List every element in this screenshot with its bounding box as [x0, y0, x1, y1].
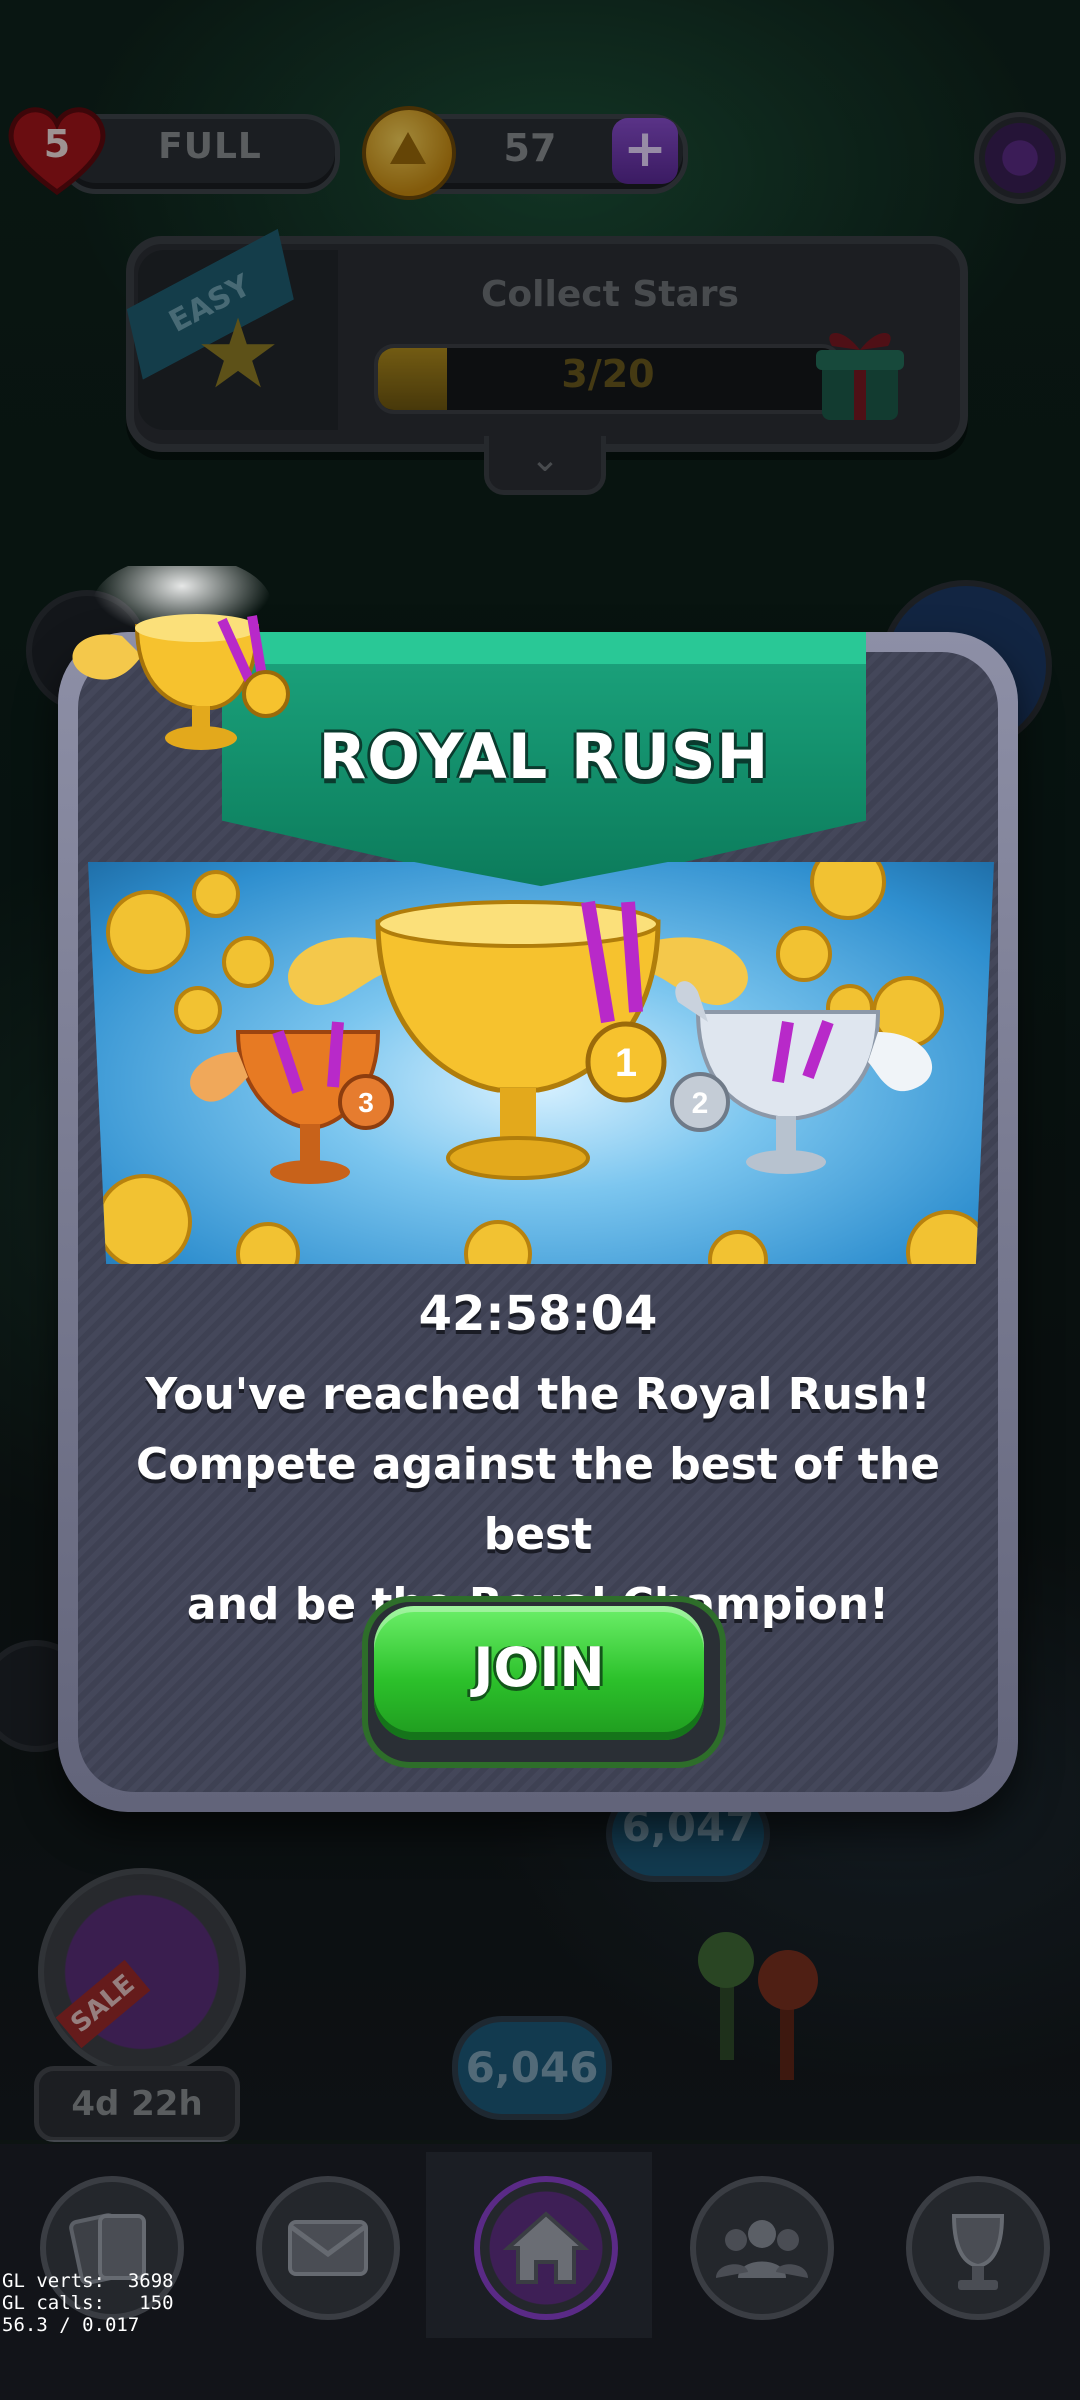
- medal-2-label: 2: [692, 1087, 709, 1120]
- debug-line-1: GL verts: 3698: [2, 2270, 174, 2292]
- debug-line-2: GL calls: 150: [2, 2292, 174, 2314]
- debug-overlay: GL verts: 3698 GL calls: 150 56.3 / 0.017: [2, 2270, 174, 2336]
- trophies-artwork: 3 1 2: [88, 862, 994, 1264]
- medal-1-label: 1: [615, 1041, 637, 1085]
- trophy-icon: [951, 2214, 1005, 2290]
- nav-home-button[interactable]: [474, 2176, 618, 2320]
- nav-team-button[interactable]: [690, 2176, 834, 2320]
- debug-line-3: 56.3 / 0.017: [2, 2314, 140, 2336]
- modal-title: ROYAL RUSH: [318, 720, 770, 793]
- trophy-badge-icon: [72, 566, 290, 750]
- event-timer: 42:58:04: [418, 1286, 658, 1342]
- mail-icon: [288, 2220, 368, 2276]
- join-button-label[interactable]: JOIN: [374, 1636, 704, 1699]
- title-banner-top: [222, 632, 866, 664]
- description-line-1: You've reached the Royal Rush!: [145, 1369, 931, 1420]
- trophies-illustration: 3 1 2: [96, 862, 990, 1264]
- bronze-trophy: 3: [190, 1021, 394, 1184]
- description-line-2: Compete against the best of the best: [135, 1439, 940, 1560]
- nav-mail-button[interactable]: [256, 2176, 400, 2320]
- nav-trophy-button[interactable]: [906, 2176, 1050, 2320]
- home-icon: [502, 2211, 590, 2284]
- medal-3-label: 3: [358, 1087, 374, 1118]
- team-icon: [716, 2220, 808, 2278]
